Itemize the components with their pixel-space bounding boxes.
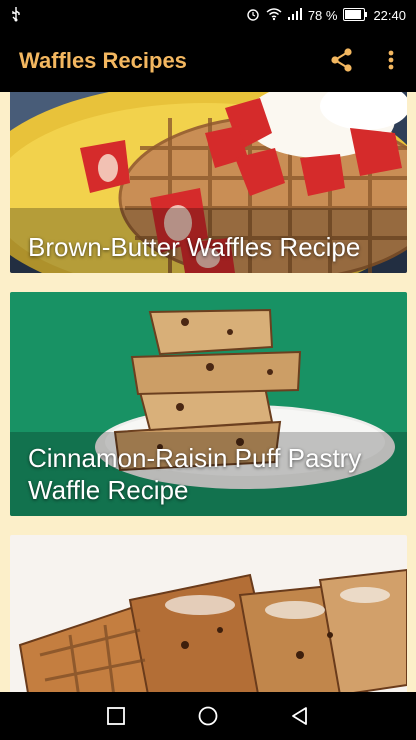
- recipe-list[interactable]: Brown-Butter Waffles Recipe Cinnamon-Rai…: [0, 92, 416, 692]
- battery-icon: [343, 7, 368, 24]
- home-icon: [198, 706, 218, 726]
- recipe-title: Cinnamon-Raisin Puff Pastry Waffle Recip…: [28, 443, 362, 505]
- share-icon: [331, 48, 352, 72]
- recipe-card[interactable]: Brown-Butter Waffles Recipe: [10, 92, 407, 273]
- recipe-card[interactable]: [10, 535, 407, 692]
- navigation-bar: [0, 692, 416, 740]
- app-title: Waffles Recipes: [19, 48, 187, 73]
- status-time: 22:40: [373, 8, 406, 23]
- recipe-title: Brown-Butter Waffles Recipe: [28, 232, 361, 262]
- more-options-button[interactable]: [379, 46, 403, 74]
- app-bar: Waffles Recipes: [0, 30, 416, 92]
- battery-percent: 78 %: [307, 8, 338, 23]
- more-vert-icon: [388, 50, 394, 70]
- recipe-card[interactable]: Cinnamon-Raisin Puff Pastry Waffle Recip…: [10, 292, 407, 516]
- share-button[interactable]: [328, 46, 356, 74]
- back-icon: [292, 707, 307, 725]
- usb-icon: [10, 6, 22, 25]
- status-bar: 78 % 22:40: [0, 0, 416, 30]
- recents-icon: [107, 707, 125, 725]
- recipe-image: [10, 535, 407, 692]
- back-button[interactable]: [288, 704, 312, 728]
- recents-button[interactable]: [104, 704, 128, 728]
- signal-icon: [287, 8, 302, 23]
- wifi-icon: [266, 7, 282, 24]
- alarm-icon: [246, 7, 260, 24]
- home-button[interactable]: [196, 704, 220, 728]
